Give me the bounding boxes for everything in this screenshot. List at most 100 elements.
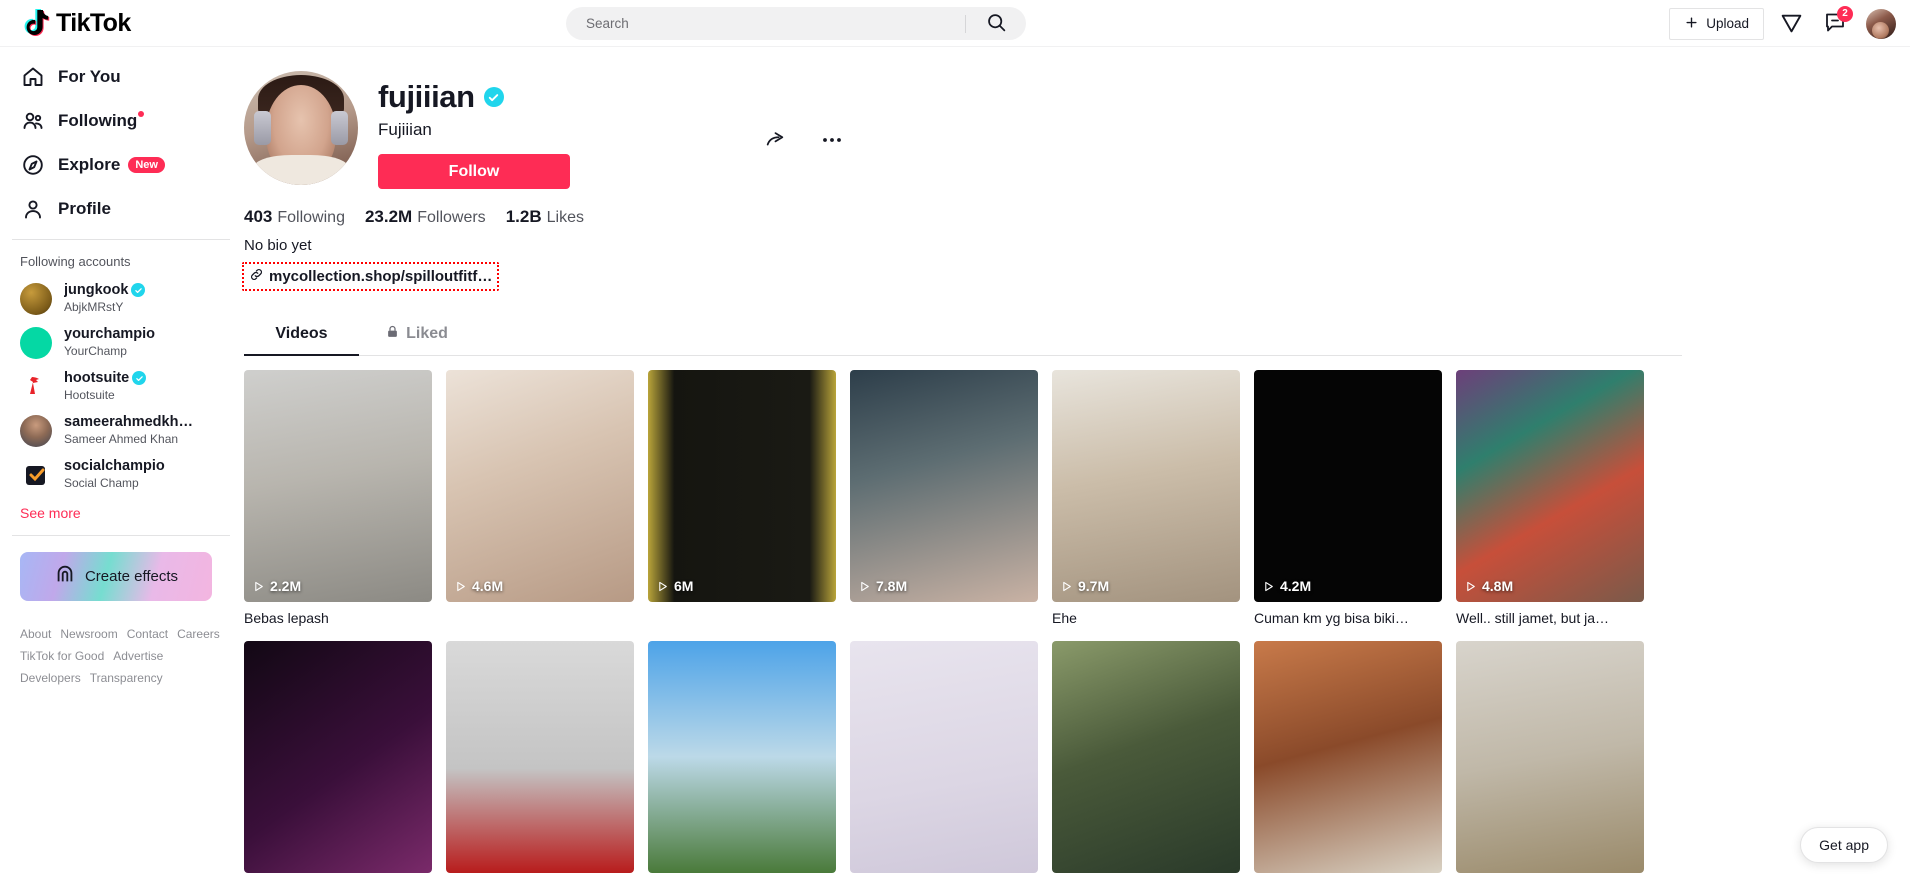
profile-header: fujiiian Fujiiian Follow: [240, 71, 1910, 189]
footer-row: About Newsroom Contact Careers: [20, 623, 230, 645]
video-view-count: 2.2M: [252, 578, 301, 594]
upload-button[interactable]: Upload: [1669, 7, 1764, 40]
video-thumbnail[interactable]: [1052, 641, 1240, 874]
footer-link-careers[interactable]: Careers: [177, 627, 220, 641]
video-card[interactable]: [446, 641, 634, 874]
sidebar-item-profile[interactable]: Profile: [12, 187, 230, 231]
footer-link-contact[interactable]: Contact: [127, 627, 168, 641]
profile-link[interactable]: mycollection.shop/spilloutfitf…: [242, 262, 500, 291]
video-card[interactable]: [1052, 641, 1240, 874]
video-thumbnail[interactable]: 4.6M: [446, 370, 634, 602]
account-username: yourchampio: [64, 326, 156, 342]
profile-nickname: Fujiiian: [378, 120, 432, 139]
create-effects-button[interactable]: Create effects: [20, 552, 212, 601]
following-notification-dot: [138, 111, 145, 117]
video-thumbnail[interactable]: 4.2M: [1254, 370, 1442, 602]
profile-info: fujiiian Fujiiian Follow: [378, 71, 570, 189]
list-item[interactable]: sameerahmedkh… Sameer Ahmed Khan: [12, 409, 230, 453]
search-button[interactable]: [966, 7, 1026, 40]
video-card[interactable]: 9.7M Ehe: [1052, 370, 1240, 627]
list-item[interactable]: socialchampio Social Champ: [12, 453, 230, 497]
video-thumbnail[interactable]: 7.8M: [850, 370, 1038, 602]
video-card[interactable]: [1254, 641, 1442, 874]
profile-link-text: mycollection.shop/spilloutfitf…: [269, 268, 493, 285]
footer-link-transparency[interactable]: Transparency: [90, 671, 163, 685]
account-nickname: YourChamp: [64, 344, 127, 358]
profile-avatar-button[interactable]: [1866, 8, 1896, 39]
tiktok-wordmark: TikTok: [56, 8, 131, 37]
share-button[interactable]: [760, 125, 790, 158]
footer-link-advertise[interactable]: Advertise: [113, 649, 163, 663]
avatar: [20, 459, 52, 491]
sidebar-divider-2: [12, 535, 230, 536]
sidebar-label-for-you: For You: [58, 67, 121, 86]
footer-link-newsroom[interactable]: Newsroom: [60, 627, 117, 641]
search-icon: [986, 12, 1007, 36]
footer-link-tiktok-for-good[interactable]: TikTok for Good: [20, 649, 104, 663]
video-thumbnail[interactable]: [850, 641, 1038, 874]
list-item[interactable]: jungkook AbjkMRstY: [12, 277, 230, 321]
tab-videos-label: Videos: [275, 325, 328, 342]
video-thumbnail[interactable]: 2.2M: [244, 370, 432, 602]
footer-link-developers[interactable]: Developers: [20, 671, 81, 685]
profile-stats: 403 Following 23.2M Followers 1.2B Likes: [244, 207, 1910, 227]
video-card[interactable]: 4.2M Cuman km yg bisa biki…: [1254, 370, 1442, 627]
video-thumbnail[interactable]: [1456, 641, 1644, 874]
video-card[interactable]: 6M: [648, 370, 836, 627]
profile-title-row: fujiiian: [378, 79, 570, 115]
video-thumbnail[interactable]: [446, 641, 634, 874]
inbox-button[interactable]: 2: [1818, 5, 1853, 41]
video-view-count: 4.8M: [1464, 578, 1513, 594]
verified-badge-icon: [132, 371, 147, 385]
tab-liked[interactable]: Liked: [359, 313, 474, 355]
avatar: [20, 327, 52, 359]
sidebar-item-following[interactable]: Following: [12, 99, 230, 143]
tiktok-note-icon: [22, 7, 52, 39]
sidebar-item-for-you[interactable]: For You: [12, 55, 230, 99]
account-nickname: Social Champ: [64, 476, 139, 490]
stat-followers[interactable]: 23.2M Followers: [365, 207, 486, 227]
tab-liked-label: Liked: [406, 325, 448, 342]
video-thumbnail[interactable]: [648, 641, 836, 874]
video-card[interactable]: 4.6M: [446, 370, 634, 627]
paper-plane-icon: [1779, 10, 1804, 38]
follow-button[interactable]: Follow: [378, 154, 570, 189]
share-arrow-icon: [764, 131, 786, 154]
profile-avatar[interactable]: [244, 71, 358, 185]
video-card[interactable]: [850, 641, 1038, 874]
list-item[interactable]: hootsuite Hootsuite: [12, 365, 230, 409]
effects-house-icon: [54, 563, 76, 590]
account-username: hootsuite: [64, 370, 147, 386]
video-thumbnail[interactable]: [244, 641, 432, 874]
inbox-badge: 2: [1837, 5, 1853, 22]
sidebar-item-explore[interactable]: Explore New: [12, 143, 230, 187]
search-bar[interactable]: [566, 7, 1026, 40]
video-card[interactable]: [244, 641, 432, 874]
account-username: sameerahmedkh…: [64, 414, 193, 430]
search-input[interactable]: [566, 16, 965, 31]
more-options-icon: [820, 137, 844, 155]
send-message-button[interactable]: [1774, 7, 1808, 41]
video-thumbnail[interactable]: 4.8M: [1456, 370, 1644, 602]
video-card[interactable]: 2.2M Bebas lepash: [244, 370, 432, 627]
lock-icon: [385, 324, 400, 344]
video-card[interactable]: 7.8M: [850, 370, 1038, 627]
video-thumbnail[interactable]: 6M: [648, 370, 836, 602]
see-more-link[interactable]: See more: [20, 505, 230, 521]
more-options-button[interactable]: [816, 124, 848, 159]
video-thumbnail[interactable]: [1254, 641, 1442, 874]
tab-videos[interactable]: Videos: [244, 313, 359, 356]
account-username: jungkook: [64, 282, 146, 298]
people-icon: [20, 109, 46, 133]
video-caption: Well.. still jamet, but ja…: [1456, 610, 1610, 626]
video-card[interactable]: [648, 641, 836, 874]
list-item[interactable]: yourchampio YourChamp: [12, 321, 230, 365]
video-thumbnail[interactable]: 9.7M: [1052, 370, 1240, 602]
stat-following[interactable]: 403 Following: [244, 207, 345, 227]
footer-link-about[interactable]: About: [20, 627, 51, 641]
get-app-button[interactable]: Get app: [1800, 827, 1888, 863]
video-card[interactable]: [1456, 641, 1644, 874]
plus-icon: [1684, 15, 1699, 33]
tiktok-logo[interactable]: TikTok: [22, 7, 202, 39]
video-card[interactable]: 4.8M Well.. still jamet, but ja…: [1456, 370, 1644, 627]
